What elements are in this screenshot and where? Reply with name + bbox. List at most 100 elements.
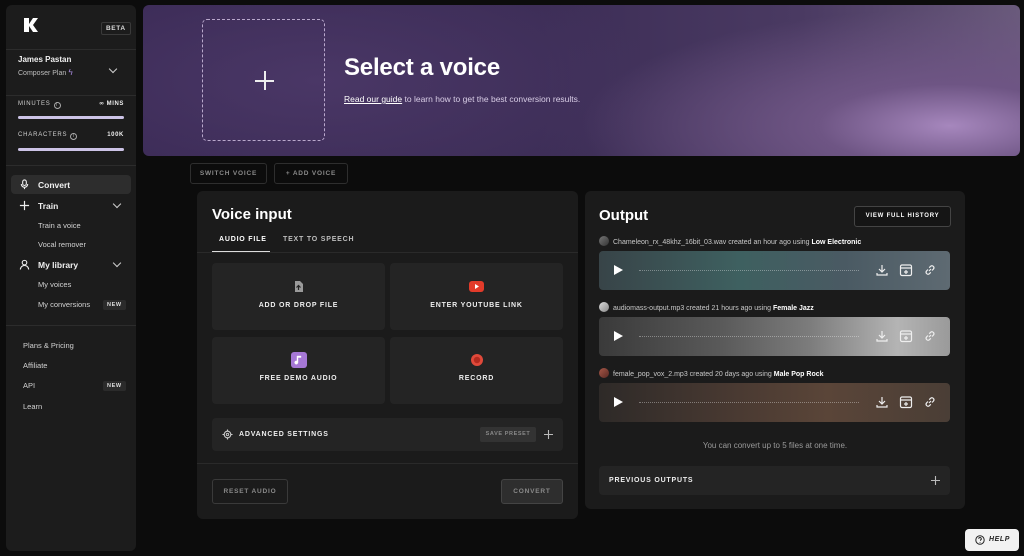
characters-meter	[18, 148, 124, 151]
advanced-settings-label: ADVANCED SETTINGS	[239, 431, 329, 438]
output-file-name: female_pop_vox_2.mp3	[613, 371, 688, 378]
logo-icon[interactable]	[23, 17, 39, 33]
account-switcher[interactable]: James Pastan Composer Plan ϟ	[6, 49, 136, 95]
link-icon[interactable]	[923, 263, 937, 277]
demo-audio-label: FREE DEMO AUDIO	[259, 375, 338, 382]
help-icon	[975, 535, 985, 545]
characters-label-wrap: CHARACTERS i	[18, 132, 78, 140]
characters-label: CHARACTERS	[18, 132, 68, 138]
chevron-down-icon	[108, 64, 118, 74]
record-tile[interactable]: RECORD	[390, 337, 563, 404]
gear-icon	[222, 429, 233, 440]
avatar	[599, 368, 609, 378]
audio-player	[599, 383, 950, 422]
play-icon[interactable]	[614, 331, 623, 341]
guide-link[interactable]: Read our guide	[344, 94, 402, 104]
audio-player	[599, 317, 950, 356]
tab-audio-file[interactable]: AUDIO FILE	[219, 236, 267, 243]
microphone-icon	[20, 179, 29, 190]
output-file-name: Chameleon_rx_48khz_16bit_03.wav	[613, 239, 727, 246]
panel-divider	[197, 463, 578, 464]
nav-convert-label: Convert	[38, 180, 71, 190]
info-icon[interactable]: i	[70, 133, 78, 140]
api-link[interactable]: API	[23, 381, 35, 390]
nav-convert[interactable]: Convert	[11, 175, 131, 194]
output-meta: Chameleon_rx_48khz_16bit_03.wav created …	[599, 236, 861, 246]
audio-player	[599, 251, 950, 290]
advanced-settings-row[interactable]: ADVANCED SETTINGS SAVE PRESET	[212, 418, 563, 451]
download-icon[interactable]	[875, 263, 889, 277]
output-time: created an hour ago using	[726, 239, 812, 246]
new-badge: NEW	[103, 300, 126, 310]
output-panel: Output VIEW FULL HISTORY Chameleon_rx_48…	[585, 191, 965, 509]
play-icon[interactable]	[614, 397, 623, 407]
beta-badge: BETA	[101, 22, 131, 35]
save-preset-button[interactable]: SAVE PRESET	[480, 427, 536, 442]
link-icon[interactable]	[923, 395, 937, 409]
nav-train-voice[interactable]: Train a voice	[38, 221, 81, 230]
music-note-icon	[291, 352, 307, 368]
expand-plus-icon[interactable]	[544, 430, 553, 439]
previous-outputs-row[interactable]: PREVIOUS OUTPUTS	[599, 466, 950, 495]
avatar	[599, 236, 609, 246]
use-as-input-icon[interactable]	[899, 329, 913, 343]
download-icon[interactable]	[875, 395, 889, 409]
divider	[6, 165, 136, 166]
use-as-input-icon[interactable]	[899, 263, 913, 277]
user-icon	[19, 259, 30, 270]
demo-audio-tile[interactable]: FREE DEMO AUDIO	[212, 337, 385, 404]
youtube-icon	[469, 281, 484, 292]
plus-icon-bar	[255, 80, 274, 82]
voice-banner: Select a voice Read our guide to learn h…	[143, 5, 1020, 156]
nav-vocal-remover[interactable]: Vocal remover	[38, 240, 86, 249]
waveform[interactable]	[639, 402, 859, 403]
minutes-value: ∞ MINS	[99, 101, 124, 107]
play-icon[interactable]	[614, 265, 623, 275]
output-meta: audiomass-output.mp3 created 21 hours ag…	[599, 302, 814, 312]
add-file-label: ADD OR DROP FILE	[258, 302, 339, 309]
add-file-tile[interactable]: ADD OR DROP FILE	[212, 263, 385, 330]
nav-my-conversions[interactable]: My conversions	[38, 300, 90, 309]
help-button[interactable]: HELP	[965, 529, 1019, 551]
add-voice-label: ADD VOICE	[292, 170, 337, 177]
output-time: created 20 days ago using	[687, 371, 774, 378]
convert-button[interactable]: CONVERT	[501, 479, 563, 504]
sidebar: BETA James Pastan Composer Plan ϟ MINUTE…	[6, 5, 136, 551]
nav-library-label: My library	[38, 260, 79, 270]
plans-pricing-link[interactable]: Plans & Pricing	[23, 341, 74, 350]
minutes-label: MINUTES	[18, 101, 51, 107]
characters-value: 100K	[107, 132, 124, 138]
reset-audio-button[interactable]: RESET AUDIO	[212, 479, 288, 504]
tab-text-to-speech[interactable]: TEXT TO SPEECH	[283, 236, 354, 243]
help-label: HELP	[989, 536, 1011, 543]
use-as-input-icon[interactable]	[899, 395, 913, 409]
nav-my-voices[interactable]: My voices	[38, 280, 71, 289]
previous-outputs-label: PREVIOUS OUTPUTS	[609, 477, 694, 484]
nav-train[interactable]: Train	[11, 196, 131, 215]
add-voice-button[interactable]: + ADD VOICE	[274, 163, 348, 184]
output-voice: Female Jazz	[772, 305, 814, 312]
affiliate-link[interactable]: Affiliate	[23, 361, 47, 370]
switch-voice-button[interactable]: SWITCH VOICE	[190, 163, 267, 184]
voice-input-title: Voice input	[212, 206, 292, 223]
waveform[interactable]	[639, 336, 859, 337]
banner-title: Select a voice	[344, 54, 500, 81]
view-full-history-button[interactable]: VIEW FULL HISTORY	[854, 206, 951, 227]
user-name: James Pastan	[18, 55, 72, 64]
banner-subtitle-text: to learn how to get the best conversion …	[402, 94, 581, 104]
divider	[6, 325, 136, 326]
info-icon[interactable]: i	[53, 102, 61, 109]
youtube-tile[interactable]: ENTER YOUTUBE LINK	[390, 263, 563, 330]
nav-library[interactable]: My library	[11, 255, 131, 274]
download-icon[interactable]	[875, 329, 889, 343]
output-voice: Low Electronic	[811, 239, 862, 246]
select-voice-dropzone[interactable]	[202, 19, 325, 141]
link-icon[interactable]	[923, 329, 937, 343]
minutes-meter	[18, 116, 124, 119]
learn-link[interactable]: Learn	[23, 402, 42, 411]
avatar	[599, 302, 609, 312]
minutes-label-wrap: MINUTES i	[18, 101, 61, 109]
youtube-label: ENTER YOUTUBE LINK	[430, 302, 523, 309]
waveform[interactable]	[639, 270, 859, 271]
expand-plus-icon	[931, 476, 940, 485]
